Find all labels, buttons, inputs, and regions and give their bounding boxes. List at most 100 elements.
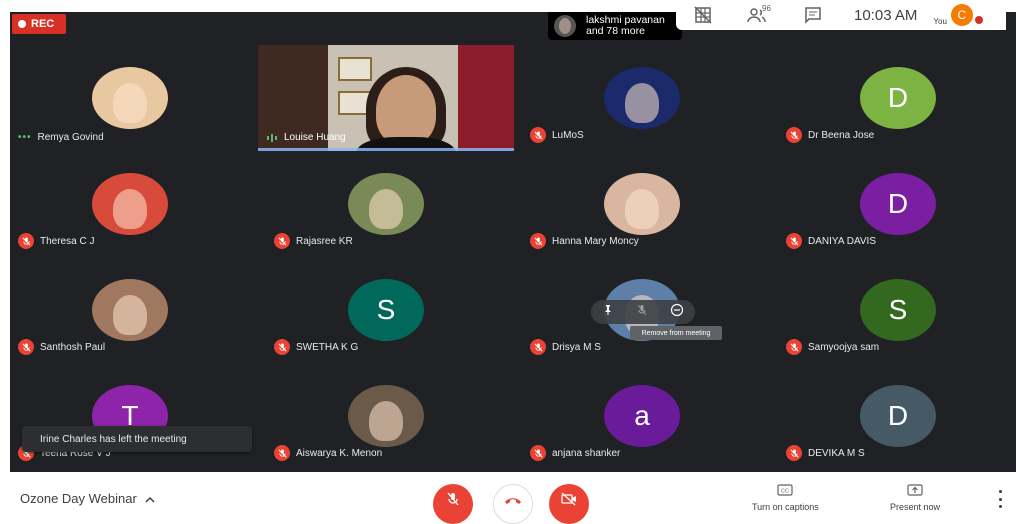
mute-icon[interactable] [636,303,648,321]
participant-tile[interactable]: ••• Remya Govind [10,45,260,151]
avatar-photo [348,173,424,235]
photo-subject [113,189,147,229]
top-right-toolbar: 96 10:03 AM You C [676,0,1006,30]
more-options-icon[interactable] [996,490,1004,508]
speaking-icon [266,133,278,143]
participant-name: Santhosh Paul [40,341,106,353]
participant-tile[interactable]: D DEVIKA M S [778,363,1016,469]
present-icon [907,484,923,498]
mic-off-icon [786,445,802,461]
pin-icon[interactable] [602,303,614,321]
participant-tile[interactable]: S SWETHA K G [266,257,516,363]
meet-window: REC lakshmi pavanan and 78 more Louise H… [0,0,1016,524]
tile-name: anjana shanker [530,445,620,461]
mic-off-icon [18,233,34,249]
featured-video-tile[interactable]: Louise Huang [258,45,514,151]
wall-frame [338,57,372,81]
participant-name: LuMoS [552,129,584,141]
participant-name: Drisya M S [552,341,601,353]
tile-hover-controls [591,300,695,324]
participant-tile[interactable]: Hanna Mary Moncy [522,151,772,257]
mic-off-icon [274,233,290,249]
tile-name: Samyoojya sam [786,339,879,355]
mic-off-icon [786,339,802,355]
remove-tooltip: Remove from meeting [630,326,722,340]
tile-name: Santhosh Paul [18,339,105,355]
user-avatar[interactable]: C [950,4,973,26]
avatar-initial: D [860,385,936,447]
avatar-photo [92,67,168,129]
person-face [376,75,436,145]
photo-subject [113,295,147,335]
photo-subject [113,83,147,123]
participant-tile[interactable]: Rajasree KR [266,151,516,257]
remove-icon[interactable] [670,303,684,322]
mic-off-icon [530,339,546,355]
participant-tile[interactable]: D Dr Beena Jose [778,45,1016,151]
clock: 10:03 AM [854,6,918,24]
participant-tile[interactable]: Aiswarya K. Menon [266,363,516,469]
tile-name: DEVIKA M S [786,445,865,461]
participant-name: SWETHA K G [296,341,359,353]
participant-name: DANIYA DAVIS [808,235,876,247]
end-call-icon [504,493,522,511]
participant-name: Dr Beena Jose [808,129,875,141]
tile-name: Aiswarya K. Menon [274,445,382,461]
presenter-chip-text: lakshmi pavanan and 78 more [586,15,665,37]
curtain [458,45,514,151]
camera-toggle-button[interactable] [549,484,589,524]
svg-text:CC: CC [781,489,789,495]
featured-name: Louise Huang [284,132,346,143]
participant-name: Samyoojya sam [808,341,880,353]
participant-name: DEVIKA M S [808,447,865,459]
presenter-chip-line2: and 78 more [586,25,645,37]
more-dots-icon: ••• [18,132,32,143]
tile-name: Drisya M S [530,339,601,355]
mic-off-icon [530,233,546,249]
participant-tile[interactable]: T Teena Rose V J [10,363,260,469]
avatar-initial: D [860,173,936,235]
people-icon[interactable]: 96 [746,4,771,26]
participant-tile[interactable]: S Samyoojya sam [778,257,1016,363]
mic-toggle-button[interactable] [433,484,473,524]
tile-name: Hanna Mary Moncy [530,233,639,249]
tile-name: Rajasree KR [274,233,353,249]
toast-notification: Irine Charles has left the meeting [22,426,252,452]
photo-subject [625,83,659,123]
bottom-bar: Ozone Day Webinar CC Turn on captions Pr… [0,472,1016,524]
participant-name: Theresa C J [40,235,95,247]
photo-subject [369,189,403,229]
presenter-chip[interactable]: lakshmi pavanan and 78 more [548,12,682,40]
notification-dot [974,16,983,24]
participant-grid: REC lakshmi pavanan and 78 more Louise H… [10,12,1016,472]
you-label: You [933,16,947,26]
grid-off-icon[interactable] [692,4,714,26]
avatar-photo [604,173,680,235]
tile-name: Theresa C J [18,233,94,249]
captions-icon: CC [777,484,793,498]
mic-off-icon [786,233,802,249]
leave-call-button[interactable] [493,484,533,524]
camera-off-icon [561,492,577,511]
participant-tile[interactable]: Santhosh Paul [10,257,260,363]
photo-subject [369,401,403,441]
participant-name: Remya Govind [37,132,104,143]
participant-tile[interactable]: a anjana shanker [522,363,772,469]
participant-tile[interactable]: LuMoS [522,45,772,151]
photo-subject [625,189,659,229]
participant-name: anjana shanker [552,447,621,459]
presenter-thumbnail [554,15,576,37]
present-label: Present now [890,502,941,512]
participant-tile[interactable]: D DANIYA DAVIS [778,151,1016,257]
avatar-photo [92,173,168,235]
meeting-details-button[interactable]: Ozone Day Webinar [20,491,155,506]
mic-off-icon [786,127,802,143]
chat-icon[interactable] [802,4,824,26]
tile-name: ••• Remya Govind [18,132,104,143]
avatar-initial: S [860,279,936,341]
mic-off-icon [274,339,290,355]
meeting-title: Ozone Day Webinar [20,491,137,506]
participant-name: Hanna Mary Moncy [552,235,639,247]
mic-off-icon [530,445,546,461]
participant-tile[interactable]: Theresa C J [10,151,260,257]
